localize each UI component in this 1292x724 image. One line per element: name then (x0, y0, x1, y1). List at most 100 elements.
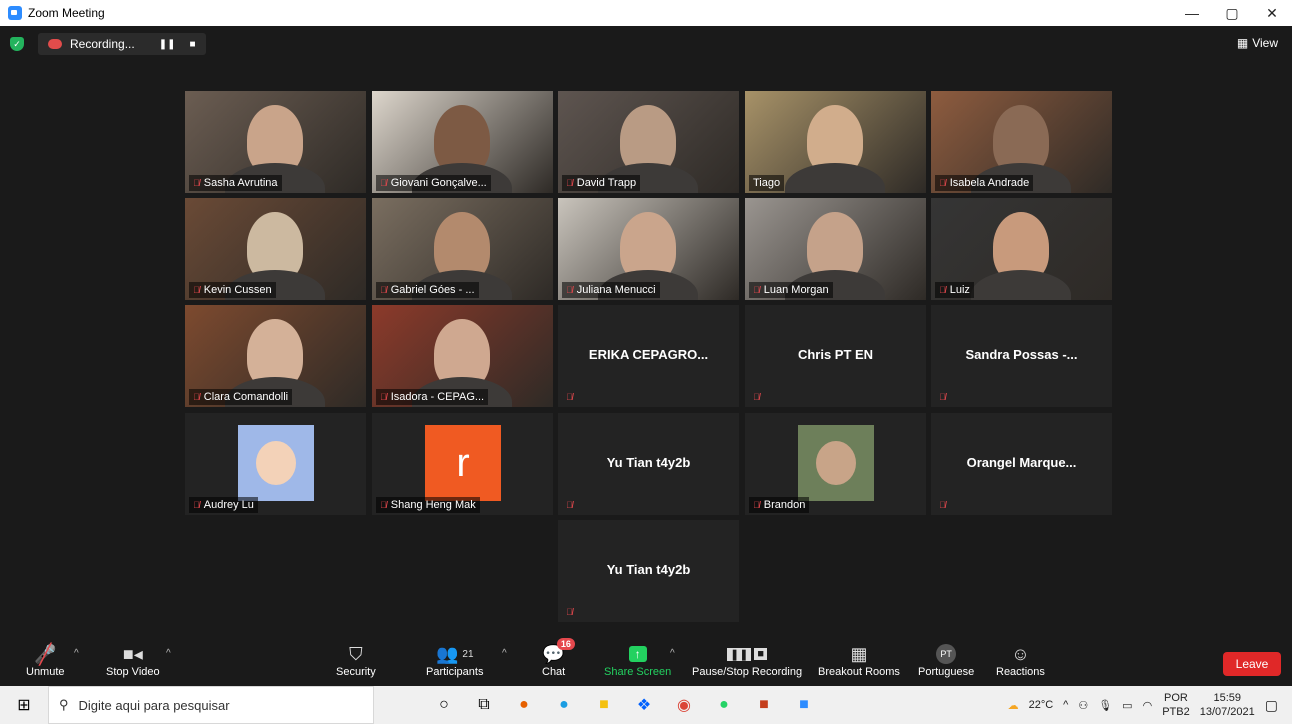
firefox-icon[interactable]: ● (504, 686, 544, 724)
participant-tile[interactable]: Yu Tian t4y2b 🎙̸ (558, 413, 739, 515)
participant-tile[interactable]: 🎙̸ Kevin Cussen (185, 198, 366, 300)
search-placeholder: Digite aqui para pesquisar (78, 697, 230, 713)
chat-button[interactable]: 💬 16 Chat (542, 638, 575, 678)
file-explorer-icon[interactable]: ■ (584, 686, 624, 724)
participant-tile[interactable]: 🎙̸ Juliana Menucci (558, 198, 739, 300)
share-screen-icon: ↑ (628, 642, 647, 666)
breakout-rooms-icon: ▦ (850, 643, 868, 664)
weather-temperature[interactable]: 22°C (1029, 699, 1054, 711)
participant-tile[interactable]: Yu Tian t4y2b 🎙̸ (558, 520, 739, 622)
input-language[interactable]: POR PTB2 (1162, 691, 1190, 719)
participant-tile[interactable]: 🎙̸ Isabela Andrade (931, 91, 1112, 193)
security-shield-toolbar-icon: ⛉ (349, 643, 363, 664)
participants-options-caret-icon[interactable]: ^ (502, 648, 507, 659)
muted-microphone-icon: 🎙̸ (566, 178, 573, 188)
edge-icon[interactable]: ● (544, 686, 584, 724)
participant-tile[interactable]: 🎙̸ Sasha Avrutina (185, 91, 366, 193)
stop-recording-icon[interactable]: ■ (189, 39, 195, 50)
interpretation-button[interactable]: PT Portuguese (918, 642, 974, 678)
chrome-icon[interactable]: ◉ (664, 686, 704, 724)
participants-button[interactable]: 👥 21 Participants (426, 642, 483, 679)
participant-tile[interactable]: Sandra Possas -... 🎙̸ (931, 305, 1112, 407)
participant-tile[interactable]: 🎙̸ Gabriel Góes - ... (372, 198, 553, 300)
pause-recording-icon[interactable]: ❚❚ (159, 39, 176, 50)
meeting-toolbar: 🎤 ╱ Unmute ^ ■◂ Stop Video ^ ⛉ Security 👥… (0, 638, 1292, 686)
view-button[interactable]: ▦ View (1237, 36, 1278, 50)
share-options-caret-icon[interactable]: ^ (670, 648, 675, 659)
maximize-button[interactable]: ▢ (1212, 0, 1252, 26)
stop-video-button[interactable]: ■◂ Stop Video (106, 642, 160, 679)
view-label: View (1252, 36, 1278, 50)
leave-button[interactable]: Leave (1223, 652, 1281, 676)
taskbar-clock[interactable]: 15:59 13/07/2021 (1200, 691, 1255, 719)
participant-name-label: 🎙̸ Luiz (935, 282, 974, 298)
participant-name-label: 🎙̸ (562, 604, 577, 620)
task-view-icon[interactable]: ⧉ (464, 686, 504, 724)
taskbar-search-box[interactable]: ⚲ Digite aqui para pesquisar (48, 686, 374, 724)
battery-icon[interactable]: ▭ (1122, 699, 1132, 712)
tray-overflow-chevron-icon[interactable]: ^ (1063, 699, 1068, 711)
unmute-button[interactable]: 🎤 ╱ Unmute (26, 642, 65, 679)
whatsapp-icon[interactable]: ● (704, 686, 744, 724)
breakout-rooms-button[interactable]: ▦ Breakout Rooms (818, 642, 900, 679)
participant-tile[interactable]: Tiago (745, 91, 926, 193)
muted-microphone-icon: 🎙̸ (939, 285, 946, 295)
tray-device-icon[interactable]: ⚇ (1078, 699, 1088, 712)
notifications-icon[interactable]: ▢ (1265, 697, 1278, 714)
participant-tile[interactable]: 🎙̸ Luiz (931, 198, 1112, 300)
participant-body (971, 270, 1071, 300)
avatar-face (256, 441, 296, 485)
participant-tile[interactable]: 🎙̸ Giovani Gonçalve... (372, 91, 553, 193)
windows-start-icon[interactable]: ⊞ (0, 686, 48, 724)
avatar-face (816, 441, 856, 485)
security-shield-icon[interactable]: ✓ (10, 37, 24, 51)
powerpoint-icon[interactable]: ■ (744, 686, 784, 724)
participants-count: 21 (462, 648, 474, 660)
pause-stop-recording-icon: ❚❚ ■ (726, 642, 768, 666)
participant-tile[interactable]: ERIKA CEPAGRO... 🎙̸ (558, 305, 739, 407)
security-button[interactable]: ⛉ Security (336, 642, 376, 679)
audio-options-caret-icon[interactable]: ^ (74, 648, 79, 659)
participant-name-label: 🎙̸ Clara Comandolli (189, 389, 293, 405)
clock-time: 15:59 (1213, 692, 1241, 704)
participant-tile[interactable]: Orangel Marque... 🎙̸ (931, 413, 1112, 515)
reactions-smiley-icon: ☺ (1011, 643, 1030, 664)
share-screen-button[interactable]: ↑ Share Screen (604, 642, 671, 678)
grid-view-icon: ▦ (1236, 36, 1249, 50)
participant-tile[interactable]: Chris PT EN 🎙̸ (745, 305, 926, 407)
language-code: POR (1164, 692, 1188, 704)
participant-tile[interactable]: r 🎙̸ Shang Heng Mak (372, 413, 553, 515)
muted-microphone-icon: 🎙̸ (753, 285, 760, 295)
zoom-taskbar-icon[interactable]: ■ (784, 686, 824, 724)
muted-microphone-icon: 🎙̸ (939, 178, 946, 188)
tray-microphone-icon[interactable]: 🎙 (1098, 699, 1112, 712)
participant-name: Luiz (949, 284, 970, 296)
close-button[interactable]: ✕ (1252, 0, 1292, 26)
participant-tile[interactable]: 🎙̸ Brandon (745, 413, 926, 515)
video-options-caret-icon[interactable]: ^ (166, 648, 171, 659)
participant-tile[interactable]: 🎙̸ Audrey Lu (185, 413, 366, 515)
muted-microphone-icon: 🎙̸ (566, 500, 573, 510)
participant-display-name: Yu Tian t4y2b (606, 562, 691, 577)
dropbox-icon[interactable]: ❖ (624, 686, 664, 724)
weather-icon[interactable]: ☁ (1008, 699, 1019, 712)
participants-icon: 👥 21 (435, 643, 474, 664)
participant-name-label: 🎙̸ (562, 497, 577, 513)
muted-microphone-icon: 🎙̸ (193, 285, 200, 295)
participant-name-label: 🎙̸ (749, 389, 764, 405)
pause-stop-recording-button[interactable]: ❚❚ ■ Pause/Stop Recording (692, 642, 802, 678)
participant-tile[interactable]: 🎙̸ Clara Comandolli (185, 305, 366, 407)
participant-tile[interactable]: 🎙̸ David Trapp (558, 91, 739, 193)
window-controls: — ▢ ✕ (1172, 0, 1292, 26)
participant-tile[interactable]: 🎙̸ Isadora - CEPAG... (372, 305, 553, 407)
participant-name: Clara Comandolli (203, 391, 289, 403)
participant-name: Kevin Cussen (203, 284, 272, 296)
reactions-button[interactable]: ☺ Reactions (996, 642, 1045, 679)
cortana-icon[interactable]: ○ (424, 686, 464, 724)
wifi-icon[interactable]: ◠ (1143, 699, 1153, 712)
participant-display-name: Sandra Possas -... (965, 347, 1078, 362)
minimize-button[interactable]: — (1172, 0, 1212, 26)
participant-tile[interactable]: 🎙̸ Luan Morgan (745, 198, 926, 300)
clock-date: 13/07/2021 (1199, 706, 1255, 718)
stop-video-label: Stop Video (106, 666, 160, 678)
